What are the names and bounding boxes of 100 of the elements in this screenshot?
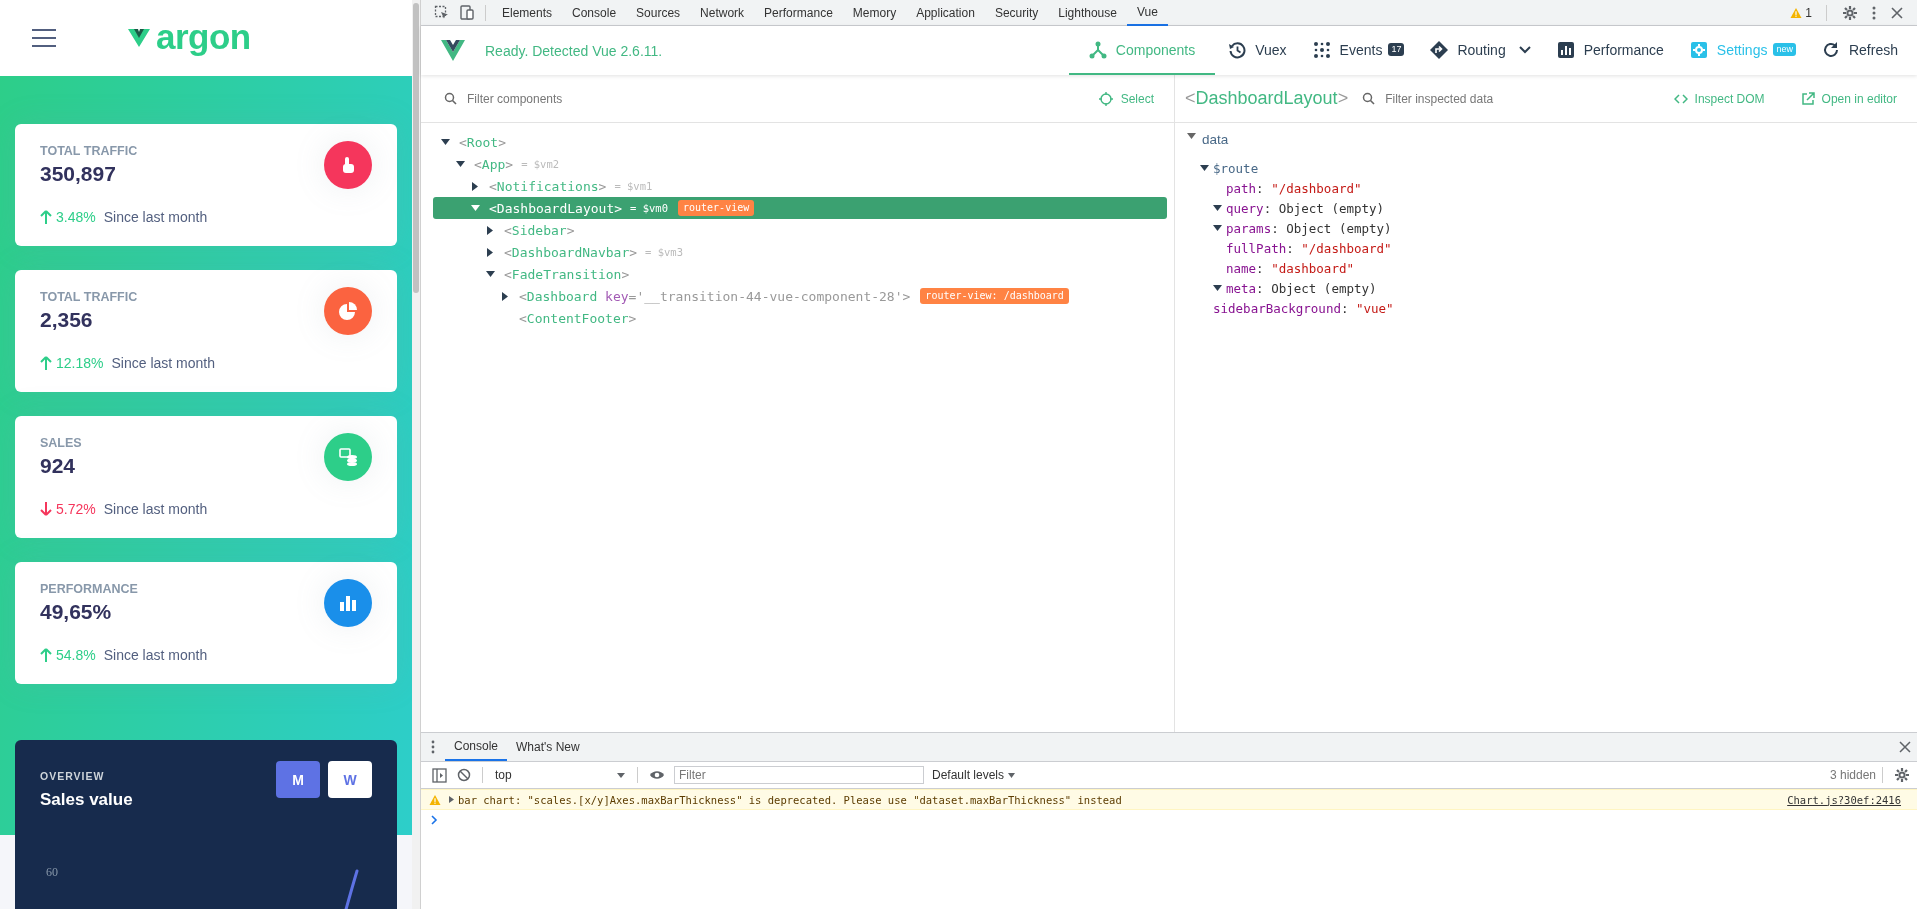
drawer-tab[interactable]: Console (445, 733, 508, 761)
bar-chart-icon (1556, 40, 1575, 59)
component-tag: <Dashboard key='__transition-44-vue-component-28'> (519, 288, 911, 304)
collapse-arrow-icon[interactable] (1200, 163, 1209, 173)
inspect-icon[interactable] (434, 5, 449, 20)
collapse-arrow-icon[interactable] (486, 269, 495, 279)
collapse-arrow-icon[interactable] (1187, 132, 1196, 141)
caret-icon (617, 772, 625, 778)
devtools-tab[interactable]: Elements (492, 0, 563, 25)
signpost-icon (1430, 40, 1449, 59)
nav-tab[interactable]: Routing (1417, 26, 1544, 75)
component-title: <DashboardLayout> (1185, 88, 1349, 109)
period-button[interactable]: M (276, 761, 320, 798)
nav-tab[interactable]: Performance (1543, 26, 1677, 75)
collapse-arrow-icon[interactable] (456, 159, 465, 169)
menu-icon[interactable] (32, 28, 56, 48)
device-icon[interactable] (459, 5, 474, 20)
axis-tick-label: 60 (46, 865, 58, 880)
devtools-tab[interactable]: Lighthouse (1048, 0, 1127, 25)
more-options-icon[interactable] (431, 740, 435, 754)
devtools-tab[interactable]: Sources (626, 0, 691, 25)
devtools-tab[interactable]: Console (562, 0, 627, 25)
close-icon[interactable] (1890, 5, 1904, 20)
devtools-tab[interactable]: Network (690, 0, 755, 25)
filter-field[interactable]: Filter inspected data (1385, 91, 1638, 106)
nav-label: Refresh (1848, 41, 1898, 58)
nav-tab[interactable]: Refresh (1808, 26, 1911, 75)
scrollbar-thumb[interactable] (413, 3, 419, 293)
devtools-tab[interactable]: Performance (754, 0, 843, 25)
nav-label: Vuex (1255, 41, 1287, 58)
stat-label: SALES (40, 436, 83, 450)
trend-percent: 12.18% (56, 355, 104, 371)
component-tag: <Notifications> (489, 178, 607, 194)
search-icon (444, 92, 457, 105)
vue-logo-icon (441, 40, 465, 61)
section-label: data (1202, 132, 1229, 147)
source-link[interactable]: Chart.js?30ef:2416 (1787, 793, 1901, 806)
devtools-tab[interactable]: Memory (842, 0, 907, 25)
component-tag: <Sidebar> (504, 222, 575, 238)
devtools-tab[interactable]: Security (984, 0, 1049, 25)
expand-arrow-icon[interactable] (486, 225, 495, 235)
context-dropdown[interactable]: top (489, 768, 631, 782)
nav-tab[interactable]: Vuex (1215, 26, 1300, 75)
filter-field[interactable]: Filter components (467, 91, 1089, 106)
count-badge: new (1773, 43, 1796, 56)
warning-icon (1790, 6, 1803, 19)
clear-console-icon[interactable] (457, 768, 471, 782)
settings-icon[interactable] (1842, 4, 1858, 21)
more-options-icon[interactable] (1872, 5, 1876, 20)
sidebar-toggle-icon[interactable] (432, 767, 447, 783)
period-button[interactable]: W (328, 761, 372, 798)
collapse-arrow-icon[interactable] (1213, 203, 1222, 213)
warning-icon (429, 793, 441, 806)
count-badge: 17 (1388, 43, 1405, 56)
collapse-arrow-icon[interactable] (1213, 283, 1222, 293)
route-badge: router-view (678, 200, 755, 216)
eye-icon[interactable] (649, 768, 665, 782)
nav-label: Performance (1583, 41, 1664, 58)
expand-arrow-icon[interactable] (449, 796, 454, 803)
tree-icon (1088, 40, 1107, 59)
stat-label: TOTAL TRAFFIC (40, 290, 139, 304)
bar-chart-icon (338, 593, 358, 613)
nav-label: Settings (1716, 41, 1768, 58)
trend-percent: 54.8% (56, 647, 96, 663)
component-tag: <Root> (459, 134, 506, 150)
history-icon (1228, 40, 1247, 59)
pie-chart-icon (338, 301, 358, 321)
expand-arrow-icon[interactable] (486, 247, 495, 257)
expand-arrow-icon[interactable] (501, 291, 510, 301)
nav-label: Routing (1457, 41, 1506, 58)
drawer-tab[interactable]: What's New (507, 733, 589, 761)
search-icon (1362, 92, 1376, 105)
overview-eyebrow: OVERVIEW (40, 770, 106, 782)
warning-counter[interactable]: 1 (1786, 5, 1816, 20)
levels-dropdown[interactable]: Default levels (932, 768, 1016, 782)
crosshair-icon (1098, 91, 1113, 106)
tree-node[interactable]: <Dashboard key='__transition-44-vue-component-28'> router-view: /dashboard (433, 285, 1167, 307)
data-property: query: Object (empty) (1226, 200, 1385, 216)
nav-tab[interactable]: Events 17 (1299, 26, 1418, 75)
data-property: $route (1213, 160, 1259, 176)
devtools-tab[interactable]: Application (906, 0, 985, 25)
component-tag: <ContentFooter> (519, 310, 637, 326)
external-link-icon (1800, 92, 1815, 105)
instance-reference: = $vm3 (645, 246, 683, 258)
message-text: bar chart: "scales.[x/y]Axes.maxBarThickness" is deprecated. Please use "dataset.maxBarThickness" instead (458, 793, 1122, 806)
component-tag: <DashboardLayout> (489, 200, 623, 216)
collapse-arrow-icon[interactable] (1213, 223, 1222, 233)
trend-percent: 5.72% (56, 501, 96, 517)
collapse-arrow-icon[interactable] (441, 137, 450, 147)
trend-caption: Since last month (111, 355, 215, 371)
settings-icon[interactable] (1894, 767, 1910, 783)
filter-field[interactable]: Filter (674, 766, 924, 784)
coins-icon (338, 447, 358, 467)
expand-arrow-icon[interactable] (471, 181, 480, 191)
trend-percent: 3.48% (56, 209, 96, 225)
devtools-tab[interactable]: Vue (1126, 0, 1168, 26)
data-property: name: "dashboard" (1226, 260, 1354, 276)
stat-label: TOTAL TRAFFIC (40, 144, 139, 158)
close-icon[interactable] (1899, 741, 1911, 753)
warning-count: 1 (1805, 5, 1812, 20)
